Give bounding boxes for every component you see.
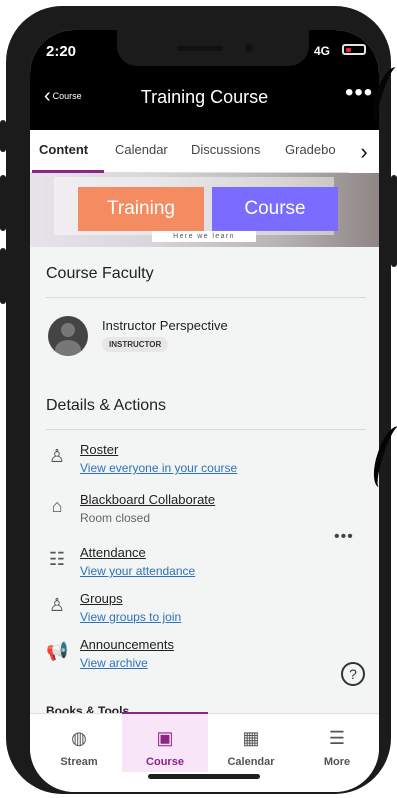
banner-training-label: Training (78, 187, 204, 231)
course-faculty-title: Course Faculty (46, 265, 154, 282)
instructor-avatar (48, 316, 88, 356)
top-bar: 2:20 4G ‹ Course Training Course ••• (30, 30, 379, 130)
status-signal: 4G (314, 44, 331, 58)
nav-more-label: More (323, 756, 351, 768)
tab-calendar[interactable]: Calendar (115, 142, 168, 157)
groups-link[interactable]: Groups (80, 591, 123, 606)
tab-gradebook[interactable]: Gradebo (285, 142, 336, 157)
nav-calendar-label: Calendar (227, 756, 275, 768)
page-title: Training Course (140, 87, 269, 107)
calendar-icon: ▦ (242, 728, 260, 748)
collaborate-more-button[interactable]: ••• (334, 528, 354, 546)
nav-calendar[interactable]: ▦ Calendar (208, 714, 294, 772)
roster-subtitle-link[interactable]: View everyone in your course (80, 461, 237, 475)
collaborate-icon: ⌂ (51, 496, 63, 516)
faculty-divider (46, 297, 366, 298)
announcements-icon: 📢 (46, 641, 69, 661)
course-tabs: Content Calendar Discussions Gradebo › (30, 130, 379, 173)
bottom-navigation: ◍ Stream ▣ Course ▦ Calendar ☰ More (30, 712, 379, 792)
collaborate-link[interactable]: Blackboard Collaborate (80, 492, 215, 507)
phone-notch (117, 30, 309, 66)
announcements-link[interactable]: Announcements (80, 637, 174, 652)
tab-content[interactable]: Content (39, 142, 88, 157)
details-divider (46, 429, 366, 430)
course-icon: ▣ (156, 728, 174, 748)
phone-power-button (391, 175, 397, 267)
tab-discussions[interactable]: Discussions (191, 142, 260, 157)
nav-stream-label: Stream (60, 756, 98, 768)
nav-course-label: Course (146, 756, 184, 768)
groups-icon: ♙ (48, 595, 66, 615)
nav-stream[interactable]: ◍ Stream (36, 714, 122, 772)
banner-tagline: Here we learn (152, 231, 256, 242)
groups-subtitle-link[interactable]: View groups to join (80, 610, 181, 624)
status-time: 2:20 (46, 43, 77, 60)
roster-link[interactable]: Roster (80, 442, 118, 457)
tabs-next-chevron-icon[interactable]: › (349, 131, 379, 173)
phone-frame: 2:20 4G ‹ Course Training Course ••• Con… (6, 6, 391, 794)
front-camera (245, 44, 253, 52)
nav-more[interactable]: ☰ More (294, 714, 379, 772)
nav-course[interactable]: ▣ Course (122, 714, 208, 772)
roster-icon: ♙ (48, 446, 66, 466)
announcements-subtitle-link[interactable]: View archive (80, 656, 148, 670)
more-options-button[interactable]: ••• (345, 79, 373, 107)
speaker-grill (177, 46, 223, 51)
attendance-link[interactable]: Attendance (80, 545, 146, 560)
banner-course-label: Course (212, 187, 338, 231)
collaborate-status: Room closed (80, 511, 151, 525)
attendance-icon: ☷ (48, 549, 66, 569)
help-icon[interactable]: ? (341, 662, 365, 686)
course-banner: Training Course Here we learn (30, 173, 379, 247)
instructor-name: Instructor Perspective (102, 318, 228, 333)
menu-icon: ☰ (328, 728, 346, 748)
details-actions-title: Details & Actions (46, 397, 167, 414)
phone-screen: 2:20 4G ‹ Course Training Course ••• Con… (30, 30, 379, 792)
globe-icon: ◍ (71, 728, 87, 748)
instructor-role-badge: INSTRUCTOR (102, 337, 169, 352)
attendance-subtitle-link[interactable]: View your attendance (80, 564, 195, 578)
battery-icon (342, 44, 366, 55)
home-indicator[interactable] (148, 774, 260, 779)
